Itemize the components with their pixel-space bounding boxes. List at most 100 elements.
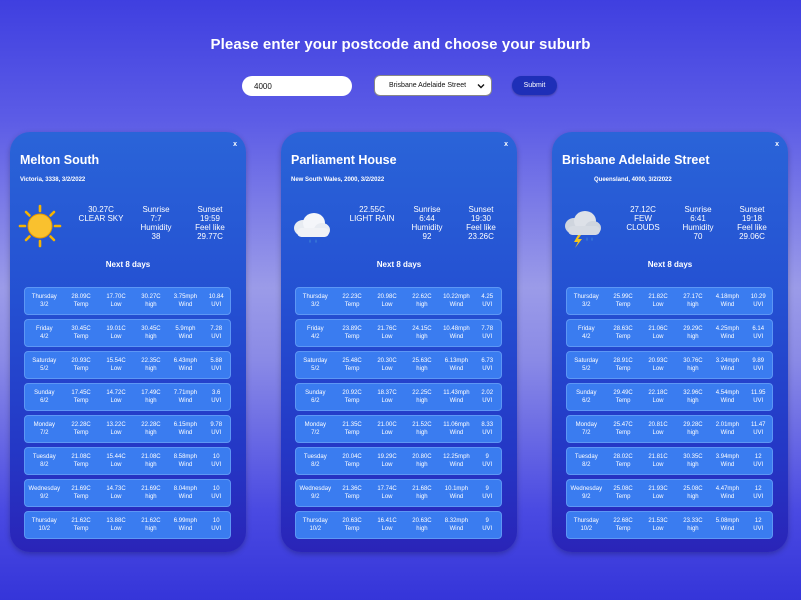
forecast-row: Saturday 5/2 25.48C Temp 20.30C Low 25.63C high…: [295, 351, 502, 379]
forecast-wind-label: Wind: [720, 398, 735, 404]
postcode-input[interactable]: 4000: [242, 76, 352, 96]
forecast-wind: 3.24mph Wind: [710, 357, 744, 373]
forecast-temp-value: 22.23C: [342, 294, 362, 300]
forecast-uvi: 9.89 UVI: [744, 357, 772, 373]
forecast-uvi-value: 6.73: [481, 358, 494, 364]
close-button[interactable]: x: [775, 141, 779, 148]
page-title: Please enter your postcode and choose yo…: [210, 36, 591, 53]
forecast-uvi-value: 3.6: [212, 390, 221, 396]
forecast-low-value: 15.44C: [106, 454, 126, 460]
forecast-day-value: Saturday: [303, 358, 328, 364]
forecast-list: Thursday 3/2 25.99C Temp 21.82C Low 27.17C high…: [566, 287, 773, 543]
forecast-day-label: 7/2: [311, 430, 320, 436]
humidity-value: 70: [693, 232, 703, 241]
forecast-day-value: Monday: [304, 422, 326, 428]
forecast-wind: 3.94mph Wind: [710, 453, 744, 469]
forecast-low-value: 21.93C: [648, 486, 668, 492]
forecast-day-value: Thursday: [302, 518, 328, 524]
forecast-day-label: 4/2: [311, 334, 320, 340]
forecast-temp-label: Temp: [73, 366, 89, 372]
forecast-wind-value: 11.06mph: [443, 422, 470, 428]
forecast-temp-label: Temp: [344, 430, 360, 436]
suburb-select-value: Brisbane Adelaide Street: [389, 82, 467, 89]
forecast-uvi-label: UVI: [482, 430, 493, 436]
forecast-uvi: 9.78 UVI: [202, 421, 230, 437]
feel-value: 29.77C: [197, 232, 223, 241]
forecast-temp-value: 21.08C: [71, 454, 91, 460]
forecast-uvi-label: UVI: [482, 366, 493, 372]
forecast-low-value: 20.93C: [648, 358, 668, 364]
forecast-low: 21.06C Low: [641, 325, 676, 341]
forecast-uvi-value: 5.88: [210, 358, 223, 364]
forecast-day-label: 9/2: [311, 494, 320, 500]
forecast-temp: 23.89C Temp: [335, 325, 370, 341]
forecast-row: Thursday 10/2 21.62C Temp 13.88C Low 21.62C hig…: [24, 511, 231, 539]
forecast-high-label: high: [416, 430, 428, 436]
forecast-wind: 8.58mph Wind: [168, 453, 202, 469]
forecast-temp-label: Temp: [615, 494, 631, 500]
forecast-uvi: 12 UVI: [744, 517, 772, 533]
forecast-low: 13.22C Low: [99, 421, 134, 437]
forecast-day-value: Saturday: [32, 358, 57, 364]
forecast-high-label: high: [145, 334, 157, 340]
forecast-low-label: Low: [381, 494, 393, 500]
forecast-day-value: Thursday: [573, 294, 599, 300]
forecast-temp-label: Temp: [344, 462, 360, 468]
forecast-day-label: 9/2: [40, 494, 49, 500]
sunset-feel: Sunset 19:18 Feel like 29.06C: [728, 205, 776, 241]
forecast-high-value: 25.08C: [683, 486, 703, 492]
close-button[interactable]: x: [233, 141, 237, 148]
forecast-uvi: 12 UVI: [744, 485, 772, 501]
forecast-wind: 10.22mph Wind: [439, 293, 473, 309]
forecast-wind-value: 5.9mph: [175, 326, 196, 332]
forecast-day-label: 4/2: [40, 334, 49, 340]
forecast-temp: 21.69C Temp: [64, 485, 99, 501]
forecast-temp-label: Temp: [73, 494, 89, 500]
forecast-day: Thursday 3/2: [296, 293, 335, 309]
forecast-temp-value: 28.63C: [613, 326, 633, 332]
forecast-high-label: high: [687, 462, 699, 468]
forecast-low: 20.93C Low: [641, 357, 676, 373]
forecast-day: Monday 7/2: [296, 421, 335, 437]
forecast-day-value: Saturday: [574, 358, 599, 364]
forecast-high: 27.17C high: [675, 293, 710, 309]
forecast-wind-value: 12.25mph: [443, 454, 470, 460]
sunset-value: 19:18: [741, 214, 763, 223]
forecast-wind-value: 11.43mph: [443, 390, 470, 396]
forecast-row: Sunday 6/2 17.45C Temp 14.72C Low 17.49C high 7.…: [24, 383, 231, 411]
forecast-day: Wednesday 9/2: [567, 485, 606, 501]
forecast-temp: 20.04C Temp: [335, 453, 370, 469]
forecast-low-value: 20.81C: [648, 422, 668, 428]
forecast-high-label: high: [687, 430, 699, 436]
forecast-temp-label: Temp: [73, 398, 89, 404]
forecast-day-label: 10/2: [580, 526, 593, 532]
forecast-low-label: Low: [652, 494, 664, 500]
forecast-wind-label: Wind: [720, 334, 735, 340]
forecast-row: Thursday 3/2 25.99C Temp 21.82C Low 27.17C high…: [566, 287, 773, 315]
forecast-wind-value: 10.22mph: [443, 294, 470, 300]
forecast-temp-value: 21.36C: [342, 486, 362, 492]
forecast-low-label: Low: [110, 398, 122, 404]
forecast-day-value: Thursday: [31, 518, 57, 524]
forecast-temp-value: 21.35C: [342, 422, 362, 428]
forecast-wind: 5.08mph Wind: [710, 517, 744, 533]
forecast-day: Sunday 6/2: [25, 389, 64, 405]
forecast-wind-value: 4.54mph: [715, 390, 740, 396]
weather-card: x Parliament House New South Wales, 2000…: [281, 132, 517, 552]
forecast-temp-label: Temp: [73, 462, 89, 468]
forecast-low-label: Low: [110, 462, 122, 468]
sunrise-label: Sunrise: [142, 205, 170, 214]
forecast-high-value: 21.08C: [141, 454, 161, 460]
forecast-temp-label: Temp: [344, 526, 360, 532]
forecast-row: Monday 7/2 25.47C Temp 20.81C Low 29.28C high 2.…: [566, 415, 773, 443]
suburb-select[interactable]: Brisbane Adelaide Street: [374, 75, 492, 96]
sunset-value: 19:30: [470, 214, 492, 223]
close-button[interactable]: x: [504, 141, 508, 148]
forecast-day-label: 8/2: [582, 462, 591, 468]
forecast-low: 21.76C Low: [370, 325, 405, 341]
sunset-label: Sunset: [468, 205, 494, 214]
forecast-day-label: 8/2: [40, 462, 49, 468]
current-desc: LIGHT RAIN: [349, 214, 395, 223]
submit-button[interactable]: Submit: [512, 76, 557, 95]
forecast-uvi: 11.47 UVI: [744, 421, 772, 437]
